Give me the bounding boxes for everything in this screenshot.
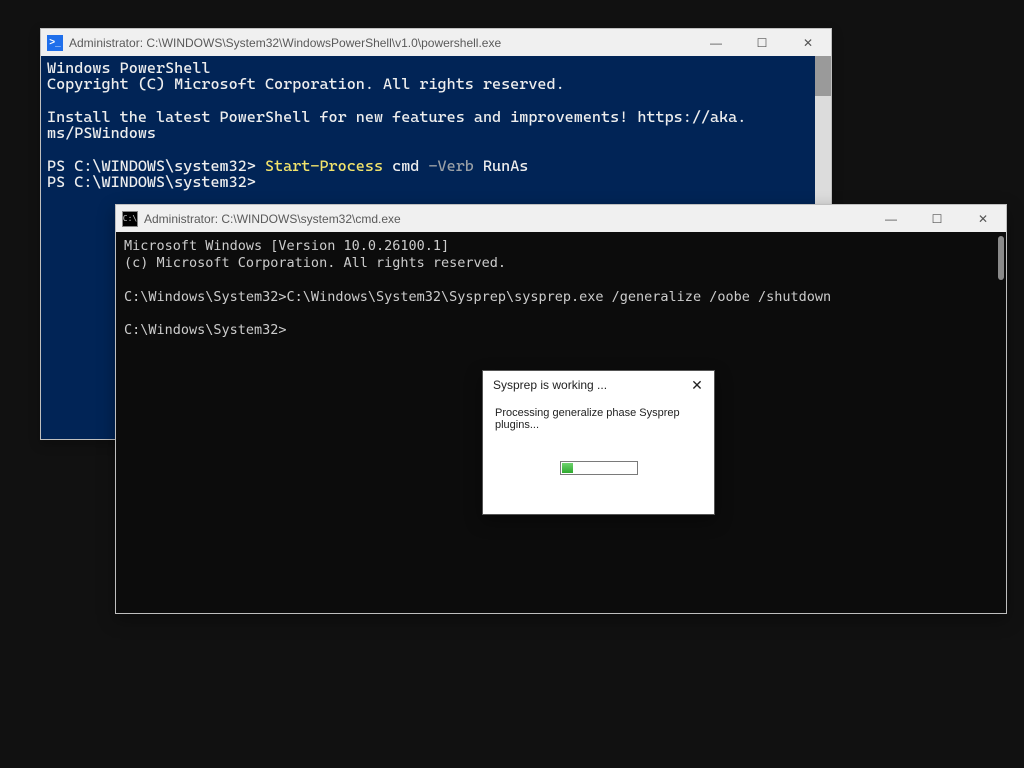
ps-arg: cmd xyxy=(383,157,428,175)
cmd-prompt: C:\Windows\System32> xyxy=(124,322,287,338)
cmd-line: (c) Microsoft Corporation. All rights re… xyxy=(124,255,506,271)
ps-line: Copyright (C) Microsoft Corporation. All… xyxy=(47,75,565,93)
sysprep-message: Processing generalize phase Sysprep plug… xyxy=(495,407,702,431)
cmd-title-text: Administrator: C:\WINDOWS\system32\cmd.e… xyxy=(144,212,868,226)
sysprep-progress-fill xyxy=(562,463,573,473)
cmd-window-controls: — ☐ ✕ xyxy=(868,205,1006,232)
powershell-titlebar[interactable]: >_ Administrator: C:\WINDOWS\System32\Wi… xyxy=(41,29,831,56)
sysprep-title-text: Sysprep is working ... xyxy=(493,378,607,392)
cmd-titlebar[interactable]: C:\ Administrator: C:\WINDOWS\system32\c… xyxy=(116,205,1006,232)
cmd-line: C:\Windows\System32>C:\Windows\System32\… xyxy=(124,289,831,305)
ps-arg: RunAs xyxy=(474,157,529,175)
cmd-line: Microsoft Windows [Version 10.0.26100.1] xyxy=(124,238,449,254)
powershell-scrollthumb[interactable] xyxy=(815,56,831,96)
close-button[interactable]: ✕ xyxy=(960,205,1006,232)
close-icon[interactable]: ✕ xyxy=(688,376,706,394)
powershell-window-controls: — ☐ ✕ xyxy=(693,29,831,56)
sysprep-dialog: Sysprep is working ... ✕ Processing gene… xyxy=(482,370,715,515)
minimize-button[interactable]: — xyxy=(693,29,739,56)
sysprep-body: Processing generalize phase Sysprep plug… xyxy=(483,399,714,475)
maximize-button[interactable]: ☐ xyxy=(739,29,785,56)
sysprep-progressbar xyxy=(560,461,638,475)
minimize-button[interactable]: — xyxy=(868,205,914,232)
cmd-icon: C:\ xyxy=(122,211,138,227)
maximize-button[interactable]: ☐ xyxy=(914,205,960,232)
ps-flag: -Verb xyxy=(428,157,473,175)
ps-cmdlet: Start-Process xyxy=(265,157,383,175)
ps-line: ms/PSWindows xyxy=(47,124,156,142)
powershell-icon: >_ xyxy=(47,35,63,51)
ps-prompt: PS C:\WINDOWS\system32> xyxy=(47,173,256,191)
cmd-scrollthumb[interactable] xyxy=(998,236,1004,280)
powershell-title-text: Administrator: C:\WINDOWS\System32\Windo… xyxy=(69,36,693,50)
close-button[interactable]: ✕ xyxy=(785,29,831,56)
sysprep-titlebar[interactable]: Sysprep is working ... ✕ xyxy=(483,371,714,399)
